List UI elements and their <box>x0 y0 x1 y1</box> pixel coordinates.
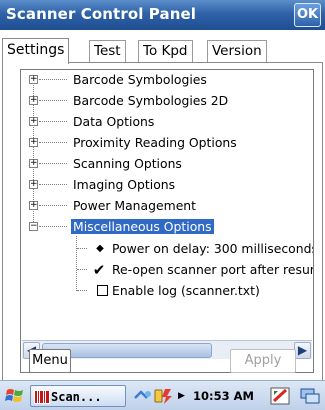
taskbar-app-label: Scan... <box>51 390 102 404</box>
tree-item-label[interactable]: Data Options <box>73 114 154 129</box>
connectivity-icon[interactable] <box>133 388 153 404</box>
settings-tree[interactable]: + Barcode Symbologies + Barcode Symbolog… <box>20 69 314 373</box>
tree-connector <box>77 248 87 249</box>
tree-child-label[interactable]: Power on delay: 300 milliseconds <box>112 241 313 256</box>
taskbar-app-scanner[interactable]: Scan... <box>30 385 126 407</box>
tree-item-proximity-reading-options[interactable]: + Proximity Reading Options <box>21 133 313 153</box>
tree-connector <box>39 163 67 164</box>
tree-item-label[interactable]: Scanning Options <box>73 156 182 171</box>
tree-item-imaging-options[interactable]: + Imaging Options <box>21 175 313 195</box>
tree-child-power-on-delay[interactable]: ◆ Power on delay: 300 milliseconds <box>21 239 313 259</box>
arrow-right-icon: ▶ <box>178 391 185 401</box>
apply-button[interactable]: Apply <box>230 349 296 373</box>
tree-connector <box>39 79 67 80</box>
checkmark-icon[interactable]: ✔ <box>92 263 106 278</box>
tree-item-label-selected[interactable]: Miscellaneous Options <box>71 219 214 234</box>
windows-flag-icon[interactable] <box>5 387 25 405</box>
tab-version[interactable]: Version <box>207 40 267 62</box>
tree-content: + Barcode Symbologies + Barcode Symbolog… <box>21 70 313 338</box>
expand-icon[interactable]: + <box>29 75 38 84</box>
tree-connector <box>39 100 67 101</box>
tree-item-label[interactable]: Proximity Reading Options <box>73 135 237 150</box>
tree-connector <box>77 290 87 291</box>
tab-to-kpd[interactable]: To Kpd <box>138 40 193 62</box>
expand-icon[interactable]: + <box>29 201 38 210</box>
tree-connector <box>39 142 67 143</box>
tree-connector <box>39 184 67 185</box>
expand-icon[interactable]: + <box>29 117 38 126</box>
tree-item-barcode-symbologies-2d[interactable]: + Barcode Symbologies 2D <box>21 91 313 111</box>
battery-icon[interactable] <box>153 387 175 405</box>
scroll-right-icon[interactable]: ▶ <box>294 342 311 359</box>
tree-child-enable-log[interactable]: Enable log (scanner.txt) <box>21 281 313 301</box>
tree-item-barcode-symbologies[interactable]: + Barcode Symbologies <box>21 70 313 90</box>
tree-connector <box>39 226 67 227</box>
tree-child-reopen-port[interactable]: ✔ Re-open scanner port after resume <box>21 260 313 280</box>
input-icon[interactable] <box>300 387 320 405</box>
sync-icon[interactable] <box>270 387 290 405</box>
tree-connector <box>39 205 67 206</box>
taskbar-clock[interactable]: 10:53 AM <box>193 385 254 407</box>
tree-item-label[interactable]: Power Management <box>73 198 196 213</box>
expand-icon[interactable]: + <box>29 180 38 189</box>
diamond-icon: ◆ <box>96 243 104 254</box>
tree-item-power-management[interactable]: + Power Management <box>21 196 313 216</box>
title-bar: Scanner Control Panel OK <box>0 0 325 30</box>
ok-button[interactable]: OK <box>294 3 321 27</box>
barcode-icon <box>34 390 50 404</box>
tree-connector <box>77 269 87 270</box>
expand-icon[interactable]: + <box>29 138 38 147</box>
tree-item-miscellaneous-options[interactable]: − Miscellaneous Options <box>21 217 313 237</box>
tab-settings[interactable]: Settings <box>2 38 70 64</box>
taskbar: Scan... ▶ 10:53 AM <box>0 380 325 410</box>
tree-child-label[interactable]: Re-open scanner port after resume <box>112 262 313 277</box>
tree-child-label[interactable]: Enable log (scanner.txt) <box>112 283 260 298</box>
checkbox-icon[interactable] <box>97 285 108 296</box>
tab-test[interactable]: Test <box>89 40 126 62</box>
expand-icon[interactable]: + <box>29 96 38 105</box>
tree-connector <box>39 121 67 122</box>
tree-item-scanning-options[interactable]: + Scanning Options <box>21 154 313 174</box>
tree-item-data-options[interactable]: + Data Options <box>21 112 313 132</box>
tree-item-label[interactable]: Imaging Options <box>73 177 175 192</box>
tree-item-label[interactable]: Barcode Symbologies 2D <box>73 93 228 108</box>
window-title: Scanner Control Panel <box>6 5 197 23</box>
collapse-icon[interactable]: − <box>29 222 38 231</box>
tree-item-label[interactable]: Barcode Symbologies <box>73 72 207 87</box>
menu-button[interactable]: Menu <box>29 349 71 373</box>
expand-icon[interactable]: + <box>29 159 38 168</box>
